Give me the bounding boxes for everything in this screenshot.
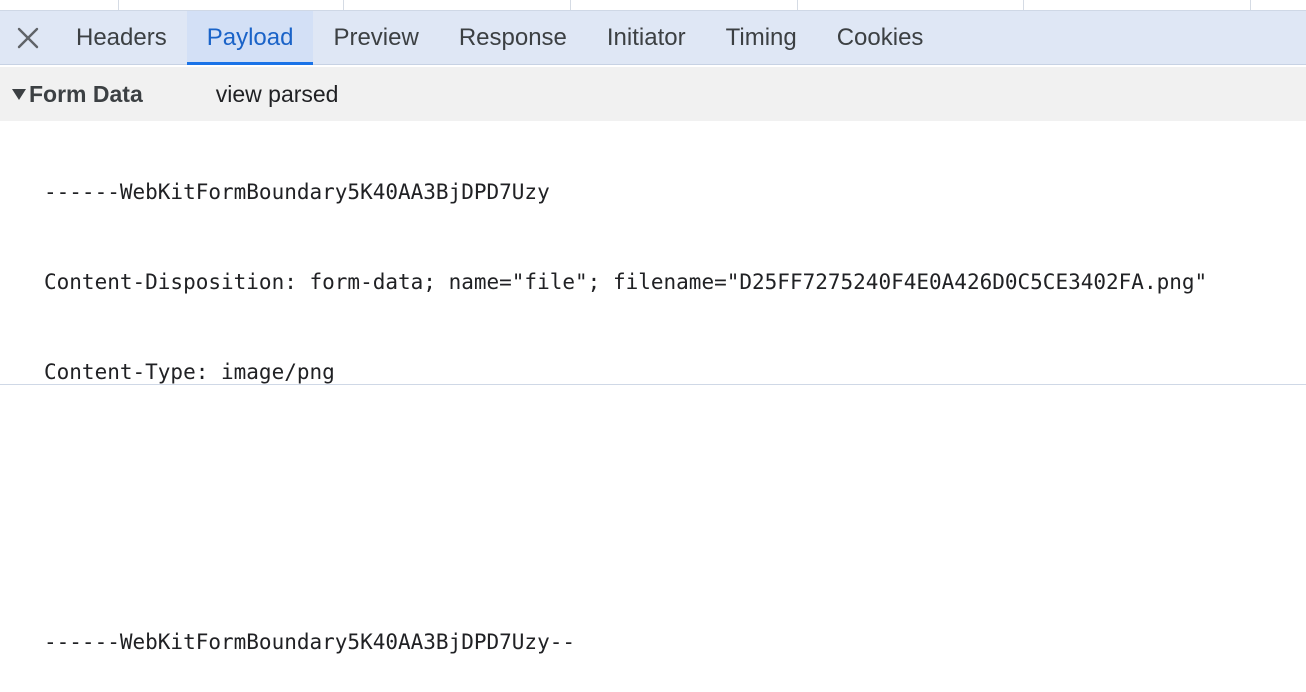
tab-payload[interactable]: Payload xyxy=(186,11,314,65)
tab-preview[interactable]: Preview xyxy=(313,11,438,64)
close-icon xyxy=(17,27,39,48)
detail-tab-bar: Headers Payload Preview Response Initiat… xyxy=(0,11,1306,65)
tab-initiator[interactable]: Initiator xyxy=(587,11,706,64)
top-strip xyxy=(0,0,1306,11)
column-divider xyxy=(570,0,571,10)
section-title: Form Data xyxy=(29,80,143,107)
payload-line xyxy=(44,536,1207,578)
payload-line: ------WebKitFormBoundary5K40AA3BjDPD7Uzy… xyxy=(44,630,576,654)
column-divider xyxy=(797,0,798,10)
column-divider xyxy=(1250,0,1251,10)
column-divider xyxy=(343,0,344,10)
view-parsed-button[interactable]: view parsed xyxy=(216,81,339,108)
form-data-section-header: Form Data view parsed xyxy=(0,67,1306,121)
tab-response[interactable]: Response xyxy=(439,11,587,64)
close-button[interactable] xyxy=(0,11,56,64)
payload-line: ------WebKitFormBoundary5K40AA3BjDPD7Uzy xyxy=(44,180,550,204)
triangle-down-icon xyxy=(12,89,26,100)
payload-line: Content-Type: image/png xyxy=(44,360,335,384)
payload-line xyxy=(44,446,1207,488)
tab-cookies[interactable]: Cookies xyxy=(817,11,944,64)
form-data-toggle[interactable]: Form Data xyxy=(12,81,143,108)
section-divider xyxy=(0,384,1306,385)
form-data-payload: ------WebKitFormBoundary5K40AA3BjDPD7Uzy… xyxy=(44,128,1207,692)
tab-headers[interactable]: Headers xyxy=(56,11,187,64)
payload-line: Content-Disposition: form-data; name="fi… xyxy=(44,270,1208,294)
column-divider xyxy=(118,0,119,10)
tab-timing[interactable]: Timing xyxy=(706,11,817,64)
column-divider xyxy=(1023,0,1024,10)
